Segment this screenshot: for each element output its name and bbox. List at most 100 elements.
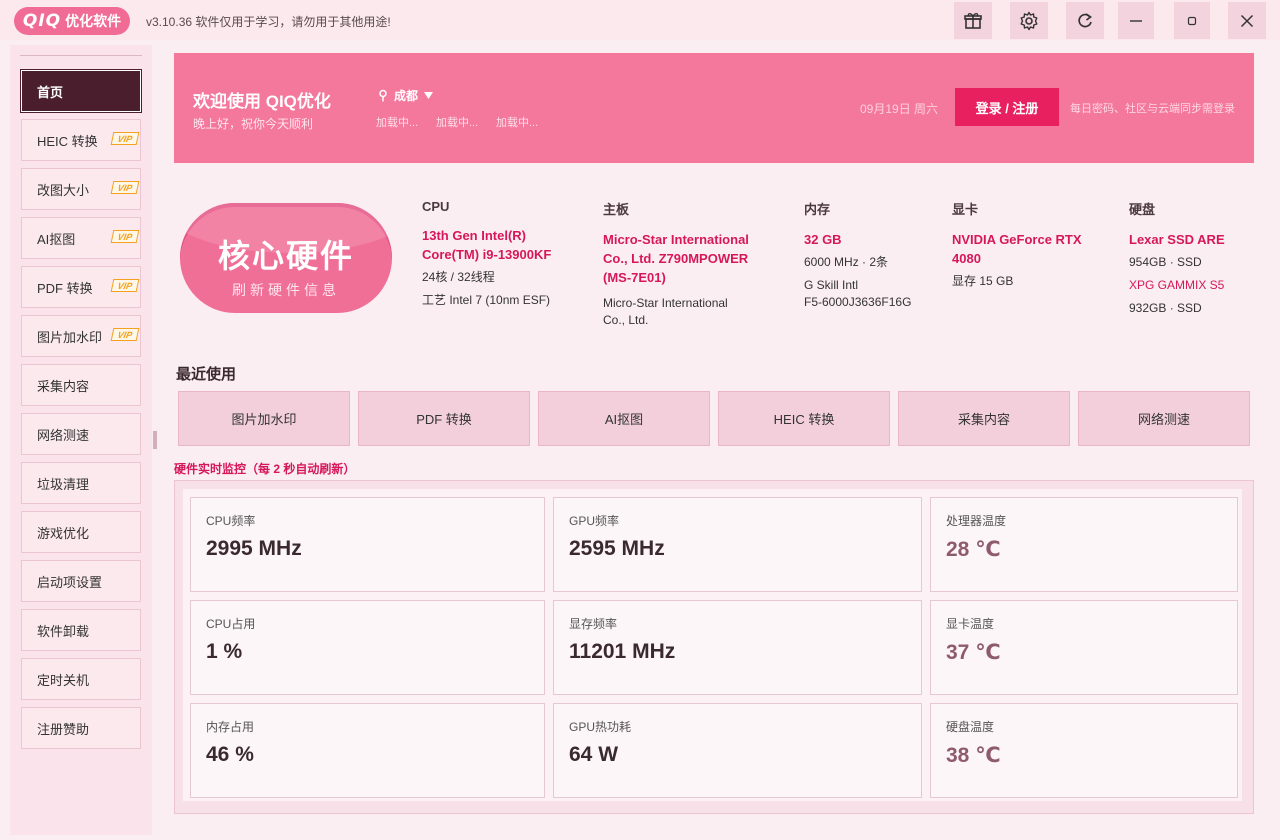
sidebar-item-label: 游戏优化 xyxy=(37,525,90,541)
hw-cpu: CPU 13th Gen Intel(R) Core(TM) i9-13900KF… xyxy=(422,199,592,309)
monitor-card-cpu-temp: 处理器温度 28 ℃ xyxy=(930,497,1238,592)
sidebar-item-uninstall[interactable]: 软件卸载 xyxy=(21,609,141,651)
gift-box-button[interactable] xyxy=(954,2,992,39)
title-bar: QIQ 优化软件 v3.10.36 软件仅用于学习，请勿用于其他用途! xyxy=(0,0,1280,40)
sidebar-item-label: 注册赞助 xyxy=(37,721,90,737)
vip-badge: VIP xyxy=(110,132,140,145)
close-button[interactable] xyxy=(1228,2,1266,39)
refresh-icon xyxy=(1078,12,1092,27)
sidebar-item-label: 首页 xyxy=(37,84,64,100)
sidebar-item-pdf[interactable]: PDF 转换 VIP xyxy=(21,266,141,308)
card-label: GPU频率 xyxy=(569,514,620,528)
logo-text: 优化软件 xyxy=(65,13,122,29)
card-value: 64 W xyxy=(569,743,619,766)
sidebar-item-ai-cutout[interactable]: AI抠图 VIP xyxy=(21,217,141,259)
card-label: 显存频率 xyxy=(569,617,618,631)
hw-disk-size: 954GB · SSD xyxy=(1129,255,1202,269)
welcome-title: 欢迎使用 QIQ优化 xyxy=(193,92,331,111)
recent-item-ai-cutout[interactable]: AI抠图 xyxy=(538,391,710,446)
caret-down-icon xyxy=(424,92,434,99)
sidebar-splitter-handle[interactable] xyxy=(153,431,157,449)
card-label: 显卡温度 xyxy=(946,617,995,631)
sidebar-item-label: 软件卸载 xyxy=(37,623,90,639)
sidebar-item-label: HEIC 转换 xyxy=(37,133,98,149)
login-note: 每日密码、社区与云端同步需登录 xyxy=(1070,103,1235,115)
sidebar-divider xyxy=(20,55,142,56)
core-hardware-title: 核心硬件 xyxy=(217,238,354,274)
hw-disk-head: 硬盘 xyxy=(1129,202,1156,217)
core-hardware-subtitle: 刷新硬件信息 xyxy=(232,282,340,298)
hw-board-model: Micro-Star International Co., Ltd. Z790MP… xyxy=(603,232,749,285)
card-value: 2995 MHz xyxy=(206,537,302,560)
gift-box-icon xyxy=(964,12,982,29)
sidebar-item-label: 改图大小 xyxy=(37,182,90,198)
hw-disk: 硬盘 Lexar SSD ARE 954GB · SSD XPG GAMMIX … xyxy=(1129,199,1227,317)
sidebar-item-label: 启动项设置 xyxy=(37,574,103,590)
sidebar-item-label: PDF 转换 xyxy=(37,280,93,296)
recent-item-collect[interactable]: 采集内容 xyxy=(898,391,1070,446)
hw-memory-head: 内存 xyxy=(804,202,831,217)
sidebar-item-heic[interactable]: HEIC 转换 VIP xyxy=(21,119,141,161)
card-label: GPU热功耗 xyxy=(569,720,632,734)
location-pin-icon xyxy=(379,89,387,102)
card-value: 11201 MHz xyxy=(569,640,676,663)
hw-gpu-head: 显卡 xyxy=(952,202,979,217)
sidebar-item-game[interactable]: 游戏优化 xyxy=(21,511,141,553)
date-text: 09月19日 周六 xyxy=(860,102,939,116)
city-selector[interactable]: 成都 xyxy=(378,87,434,104)
sidebar-item-label: 图片加水印 xyxy=(37,329,103,345)
hw-board-head: 主板 xyxy=(603,202,630,217)
card-value: 2595 MHz xyxy=(569,537,665,560)
vip-badge: VIP xyxy=(110,328,140,341)
sidebar-item-sponsor[interactable]: 注册赞助 xyxy=(21,707,141,749)
hw-disk-model: Lexar SSD ARE xyxy=(1129,232,1225,247)
sidebar-item-resize[interactable]: 改图大小 VIP xyxy=(21,168,141,210)
hw-gpu-model: NVIDIA GeForce RTX 4080 xyxy=(952,232,1082,266)
recent-title: 最近使用 xyxy=(176,366,237,383)
card-value: 37 ℃ xyxy=(946,641,1001,664)
refresh-hardware-button[interactable]: 核心硬件 刷新硬件信息 xyxy=(180,203,392,313)
recent-item-pdf[interactable]: PDF 转换 xyxy=(358,391,530,446)
monitor-card-vram-freq: 显存频率 11201 MHz xyxy=(553,600,922,695)
maximize-button[interactable] xyxy=(1174,2,1210,39)
hw-memory: 内存 32 GB 6000 MHz · 2条 G Skill Intl F5-60… xyxy=(804,199,934,311)
sidebar-item-startup[interactable]: 启动项设置 xyxy=(21,560,141,602)
hw-gpu-vram: 显存 15 GB xyxy=(952,274,1014,288)
welcome-subtitle: 晚上好，祝你今天顺利 xyxy=(193,117,314,131)
hw-cpu-cores: 24核 / 32线程 xyxy=(422,270,495,284)
refresh-button[interactable] xyxy=(1066,2,1104,39)
sidebar-item-collect[interactable]: 采集内容 xyxy=(21,364,141,406)
monitor-card-cpu-usage: CPU占用 1 % xyxy=(190,600,545,695)
sidebar-item-shutdown[interactable]: 定时关机 xyxy=(21,658,141,700)
vip-badge: VIP xyxy=(110,181,140,194)
card-label: CPU频率 xyxy=(206,514,256,528)
vip-badge: VIP xyxy=(110,279,140,292)
version-notice: v3.10.36 软件仅用于学习，请勿用于其他用途! xyxy=(146,15,391,29)
monitor-card-gpu-freq: GPU频率 2595 MHz xyxy=(553,497,922,592)
hw-gpu: 显卡 NVIDIA GeForce RTX 4080 显存 15 GB xyxy=(952,199,1102,290)
minimize-button[interactable] xyxy=(1118,2,1154,39)
sidebar-item-label: 定时关机 xyxy=(37,672,90,688)
monitor-title: 硬件实时监控（每 2 秒自动刷新） xyxy=(174,462,356,476)
card-value: 1 % xyxy=(206,640,243,663)
login-register-button[interactable]: 登录 / 注册 xyxy=(955,88,1059,126)
recent-item-speedtest[interactable]: 网络测速 xyxy=(1078,391,1250,446)
sidebar-item-speedtest[interactable]: 网络测速 xyxy=(21,413,141,455)
hw-cpu-head: CPU xyxy=(422,199,450,214)
sidebar-item-home[interactable]: 首页 xyxy=(20,69,142,113)
sidebar-item-label: 采集内容 xyxy=(37,378,90,394)
card-label: CPU占用 xyxy=(206,617,256,631)
sidebar-item-label: 网络测速 xyxy=(37,427,90,443)
minimize-icon xyxy=(1130,19,1142,22)
card-value: 38 ℃ xyxy=(946,744,1001,767)
recent-item-heic[interactable]: HEIC 转换 xyxy=(718,391,890,446)
recent-item-watermark[interactable]: 图片加水印 xyxy=(178,391,350,446)
monitor-card-cpu-freq: CPU频率 2995 MHz xyxy=(190,497,545,592)
maximize-icon xyxy=(1187,16,1197,25)
settings-button[interactable] xyxy=(1010,2,1048,39)
card-value: 28 ℃ xyxy=(946,538,1001,561)
hw-board: 主板 Micro-Star International Co., Ltd. Z79… xyxy=(603,199,783,329)
hw-cpu-process: 工艺 Intel 7 (10nm ESF) xyxy=(422,293,551,307)
sidebar-item-cleanup[interactable]: 垃圾清理 xyxy=(21,462,141,504)
sidebar-item-watermark[interactable]: 图片加水印 VIP xyxy=(21,315,141,357)
